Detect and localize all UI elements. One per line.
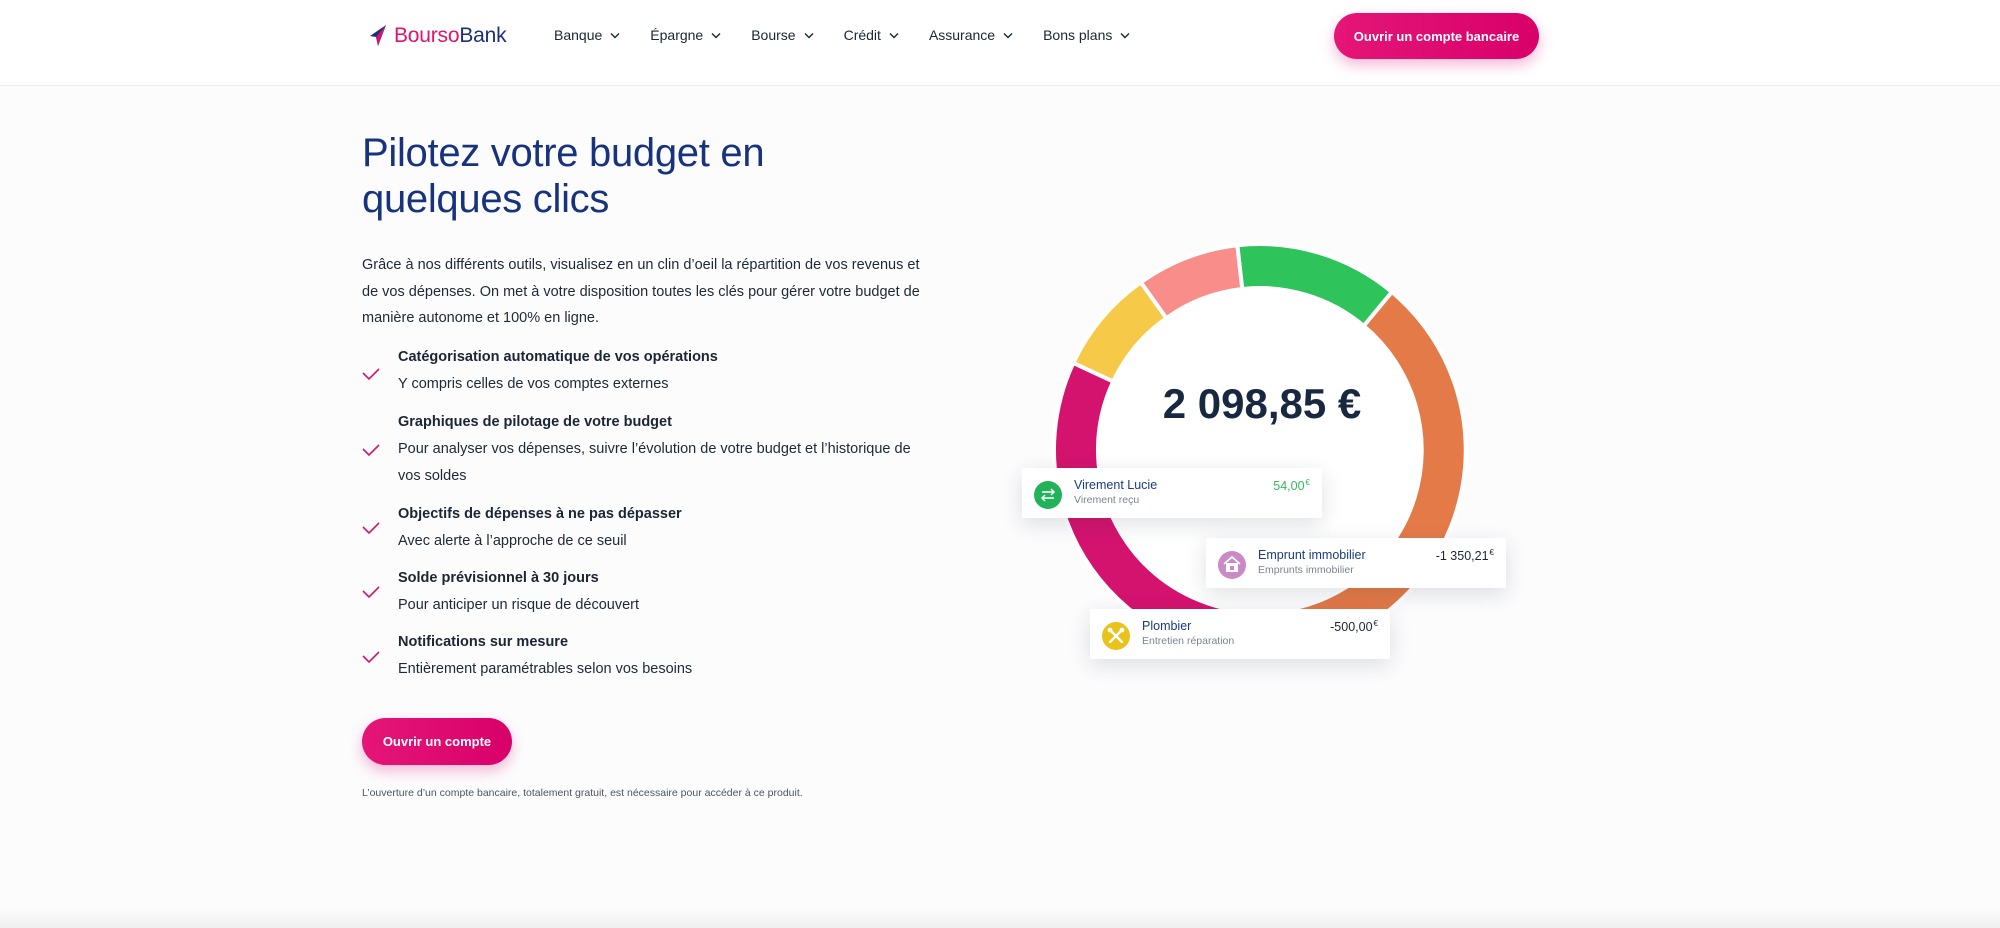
section-divider xyxy=(0,908,2000,928)
transaction-category: Emprunts immobilier xyxy=(1258,564,1354,576)
nav-bourse[interactable]: Bourse xyxy=(751,27,814,43)
check-icon xyxy=(362,586,380,599)
feature-title: Solde prévisionnel à 30 jours xyxy=(398,570,599,586)
nav-label: Banque xyxy=(554,27,603,43)
balance-amount: 2 098,85 € xyxy=(1162,380,1362,427)
logo-arrow-icon xyxy=(370,25,386,46)
transaction-amount: -500,00€ xyxy=(1330,619,1378,634)
chevron-down-icon xyxy=(610,32,620,38)
transaction-name: Virement Lucie xyxy=(1074,478,1158,492)
transaction-amount: -1 350,21€ xyxy=(1435,548,1494,563)
legal-notice: L’ouverture d’un compte bancaire, totale… xyxy=(362,787,803,799)
feature-desc: Pour anticiper un risque de découvert xyxy=(398,597,640,613)
house-loan-icon xyxy=(1218,551,1246,579)
check-icon xyxy=(362,368,380,381)
main-nav: Banque Épargne Bourse Crédit Assurance B… xyxy=(554,22,1160,48)
chevron-down-icon xyxy=(1003,32,1013,38)
check-icon xyxy=(362,522,380,535)
intro-text: Grâce à nos différents outils, visualise… xyxy=(362,257,920,326)
transaction-category: Entretien réparation xyxy=(1142,635,1235,647)
page-title: Pilotez votre budget en quelques clics xyxy=(362,131,765,221)
transaction-category: Virement reçu xyxy=(1074,494,1140,506)
feature-desc: Avec alerte à l’approche de ce seuil xyxy=(398,533,627,549)
logo-text: BoursoBank xyxy=(394,24,507,47)
feature-desc: Pour analyser vos dépenses, suivre l’évo… xyxy=(398,441,911,484)
feature-desc: Y compris celles de vos comptes externes xyxy=(398,376,669,392)
nav-label: Crédit xyxy=(843,27,881,43)
transaction-card[interactable]: Plombier Entretien réparation -500,00€ xyxy=(1090,609,1390,659)
transaction-card[interactable]: Emprunt immobilier Emprunts immobilier -… xyxy=(1206,538,1506,588)
feature-desc: Entièrement paramétrables selon vos beso… xyxy=(398,661,693,677)
tools-icon xyxy=(1102,622,1130,650)
chevron-down-icon xyxy=(711,32,721,38)
feature-title: Objectifs de dépenses à ne pas dépasser xyxy=(398,506,682,522)
site-header: BoursoBank Banque Épargne Bourse Crédit … xyxy=(0,0,2000,86)
nav-credit[interactable]: Crédit xyxy=(844,27,899,43)
feature-title: Catégorisation automatique de vos opérat… xyxy=(398,349,718,365)
budget-donut-chart xyxy=(1052,242,1468,658)
open-bank-account-button[interactable]: Ouvrir un compte bancaire xyxy=(1334,13,1539,59)
chevron-down-icon xyxy=(889,32,899,38)
transaction-card[interactable]: Virement Lucie Virement reçu 54,00€ xyxy=(1022,468,1322,518)
nav-label: Épargne xyxy=(650,27,704,43)
transfer-icon xyxy=(1034,481,1062,509)
open-account-button[interactable]: Ouvrir un compte xyxy=(362,718,512,765)
nav-bons-plans[interactable]: Bons plans xyxy=(1043,27,1130,43)
nav-label: Bourse xyxy=(751,27,796,43)
transaction-name: Plombier xyxy=(1142,619,1192,633)
nav-label: Bons plans xyxy=(1043,27,1113,43)
nav-assurance[interactable]: Assurance xyxy=(929,27,1013,43)
chevron-down-icon xyxy=(804,32,814,38)
nav-epargne[interactable]: Épargne xyxy=(650,27,721,43)
nav-banque[interactable]: Banque xyxy=(554,27,620,43)
feature-title: Notifications sur mesure xyxy=(398,634,569,650)
chevron-down-icon xyxy=(1120,32,1130,38)
nav-label: Assurance xyxy=(928,27,996,43)
check-icon xyxy=(362,651,380,664)
feature-title: Graphiques de pilotage de votre budget xyxy=(398,414,672,430)
check-icon xyxy=(362,444,380,457)
transaction-name: Emprunt immobilier xyxy=(1258,548,1366,562)
transaction-amount: 54,00€ xyxy=(1273,478,1310,493)
boursobank-logo[interactable]: BoursoBank xyxy=(368,20,507,52)
